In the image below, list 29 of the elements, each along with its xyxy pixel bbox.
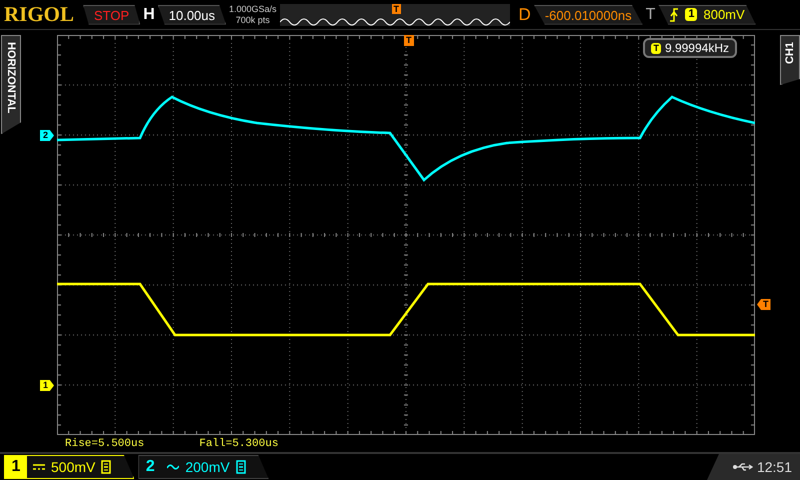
dc-coupling-icon	[33, 463, 45, 471]
channel-marker[interactable]: 1	[40, 380, 54, 391]
frequency-counter: T 9.99994kHz	[643, 38, 737, 58]
rising-edge-icon	[669, 8, 680, 22]
horizontal-label: H	[143, 6, 155, 24]
trigger-setting[interactable]: 1 800mV	[658, 4, 756, 24]
memory-depth: 700k pts	[236, 14, 270, 26]
trigger-level-marker[interactable]: T	[757, 299, 770, 310]
delay-value[interactable]: -600.010000ns	[534, 4, 643, 24]
measurement-readout: Fall=5.300us	[199, 438, 278, 450]
clock-time: 12:51	[756, 459, 792, 475]
channel-setting[interactable]: 2 200mV	[138, 455, 269, 479]
delay-label: D	[518, 4, 531, 24]
horizontal-menu-tab[interactable]: HORIZONTAL	[1, 35, 21, 134]
trigger-position-marker[interactable]: T	[404, 35, 414, 46]
channel-marker[interactable]: 2	[40, 130, 54, 141]
bandwidth-limit-icon	[236, 460, 246, 474]
brand-logo: RIGOL	[4, 2, 74, 27]
trigger-label: T	[646, 6, 656, 24]
bandwidth-limit-icon	[101, 460, 112, 474]
timebase-value[interactable]: 10.00us	[158, 4, 226, 24]
usb-icon	[732, 462, 753, 472]
run-state[interactable]: STOP	[83, 4, 140, 24]
measurement-readout: Rise=5.500us	[65, 438, 144, 450]
ac-coupling-icon	[167, 463, 180, 471]
sample-rate: 1.000GSa/s	[229, 4, 277, 14]
channel-menu-tab[interactable]: CH1	[780, 35, 800, 86]
trigger-position-marker: T	[392, 4, 402, 14]
channel-setting[interactable]: 1 500mV	[4, 455, 134, 479]
